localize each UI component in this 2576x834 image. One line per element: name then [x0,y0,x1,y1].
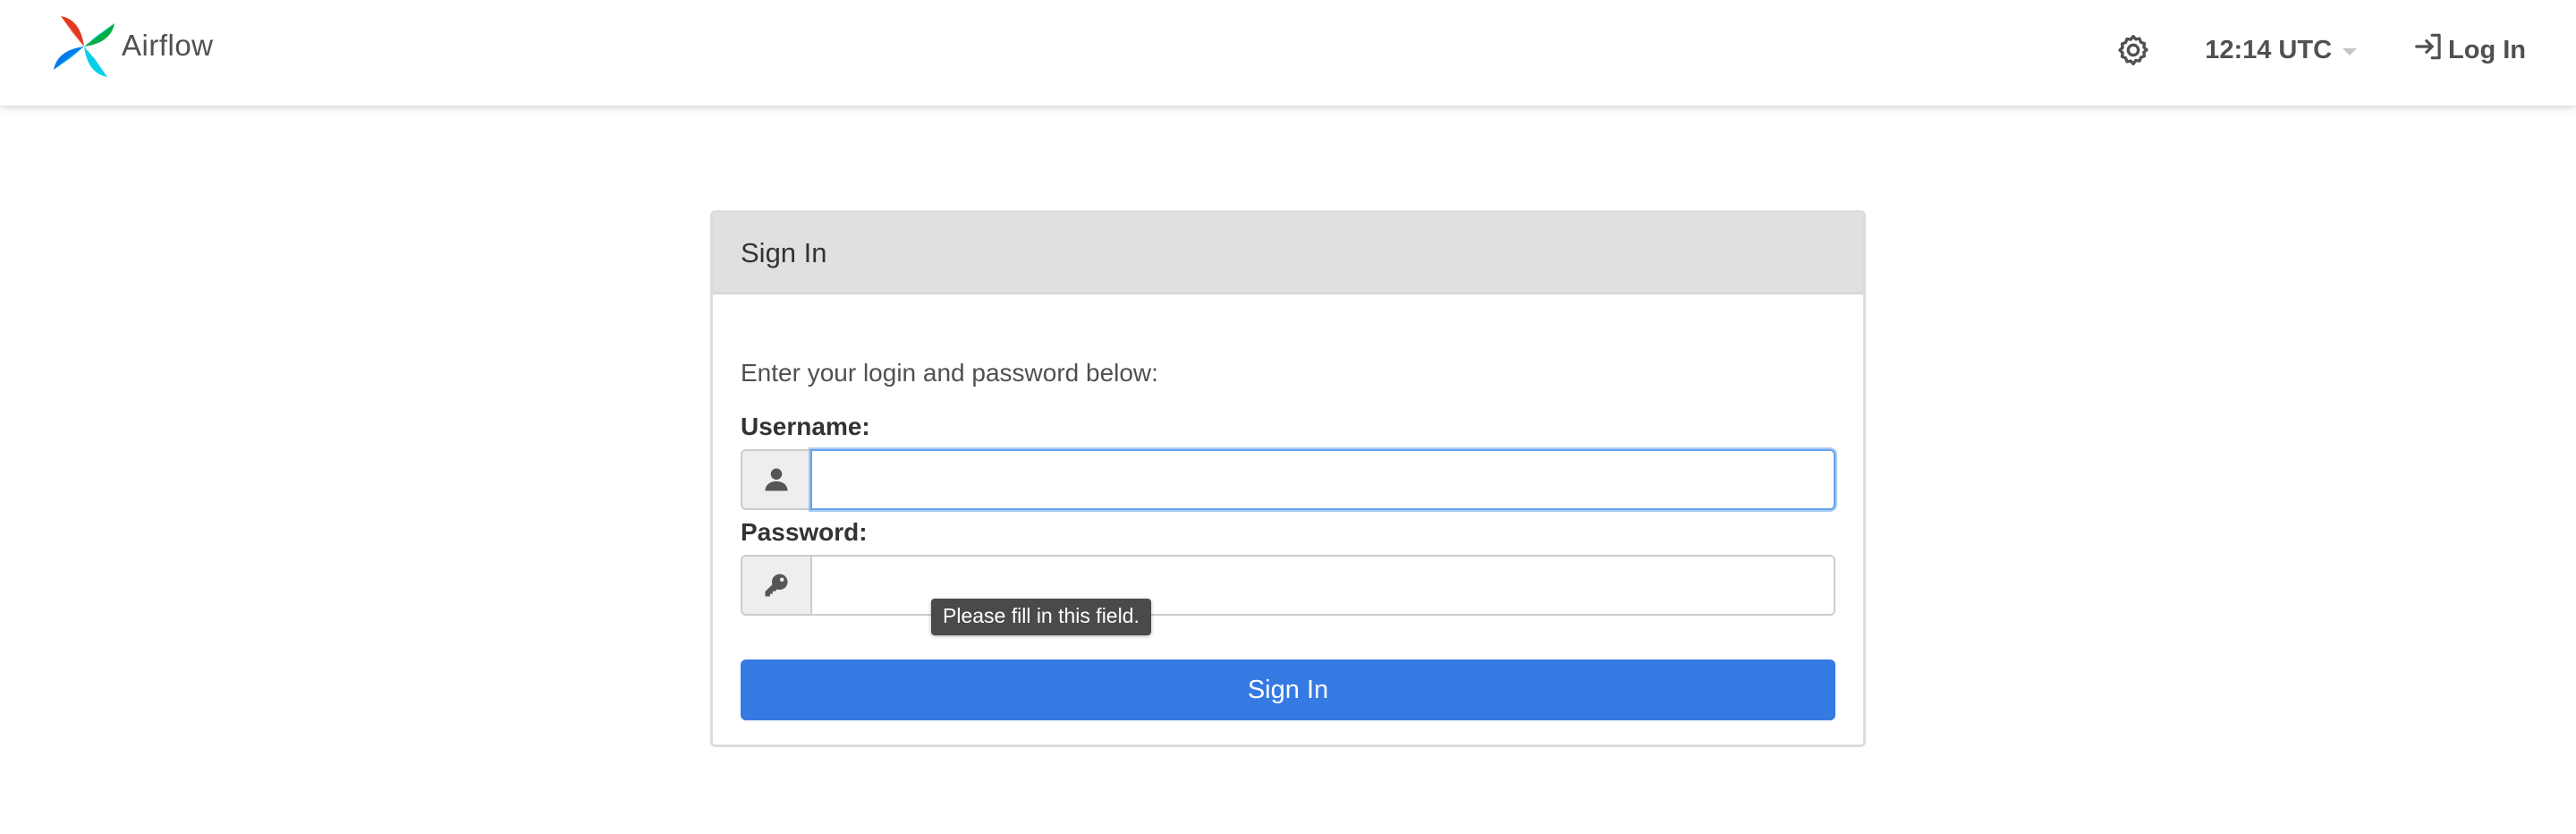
password-label: Password: [741,518,868,546]
signin-button[interactable]: Sign In [741,660,1835,720]
chevron-down-icon [2343,48,2358,55]
panel-title: Sign In [741,236,827,268]
brand-link[interactable]: Airflow [50,13,214,81]
user-icon [741,449,810,510]
gear-icon[interactable] [2114,30,2153,70]
password-input-group [741,555,1835,616]
key-icon [741,555,810,616]
airflow-pinwheel-icon [50,11,118,83]
panel-heading: Sign In [713,213,1863,294]
login-link[interactable]: Log In [2412,30,2526,71]
username-label: Username: [741,413,870,440]
signin-panel: Sign In Enter your login and password be… [710,210,1866,747]
login-label: Log In [2448,35,2526,64]
navbar-right: 12:14 UTC Log In [2114,0,2526,100]
brand-name: Airflow [122,29,214,62]
username-input[interactable] [810,449,1835,510]
intro-text: Enter your login and password below: [741,359,1158,387]
navbar: Airflow 12:14 UTC Log In [0,0,2576,106]
clock-dropdown[interactable]: 12:14 UTC [2205,35,2358,65]
username-input-group [741,449,1835,510]
validation-tooltip: Please fill in this field. [931,599,1151,635]
clock-time: 12:14 UTC [2205,35,2333,64]
sign-in-icon [2412,30,2448,71]
